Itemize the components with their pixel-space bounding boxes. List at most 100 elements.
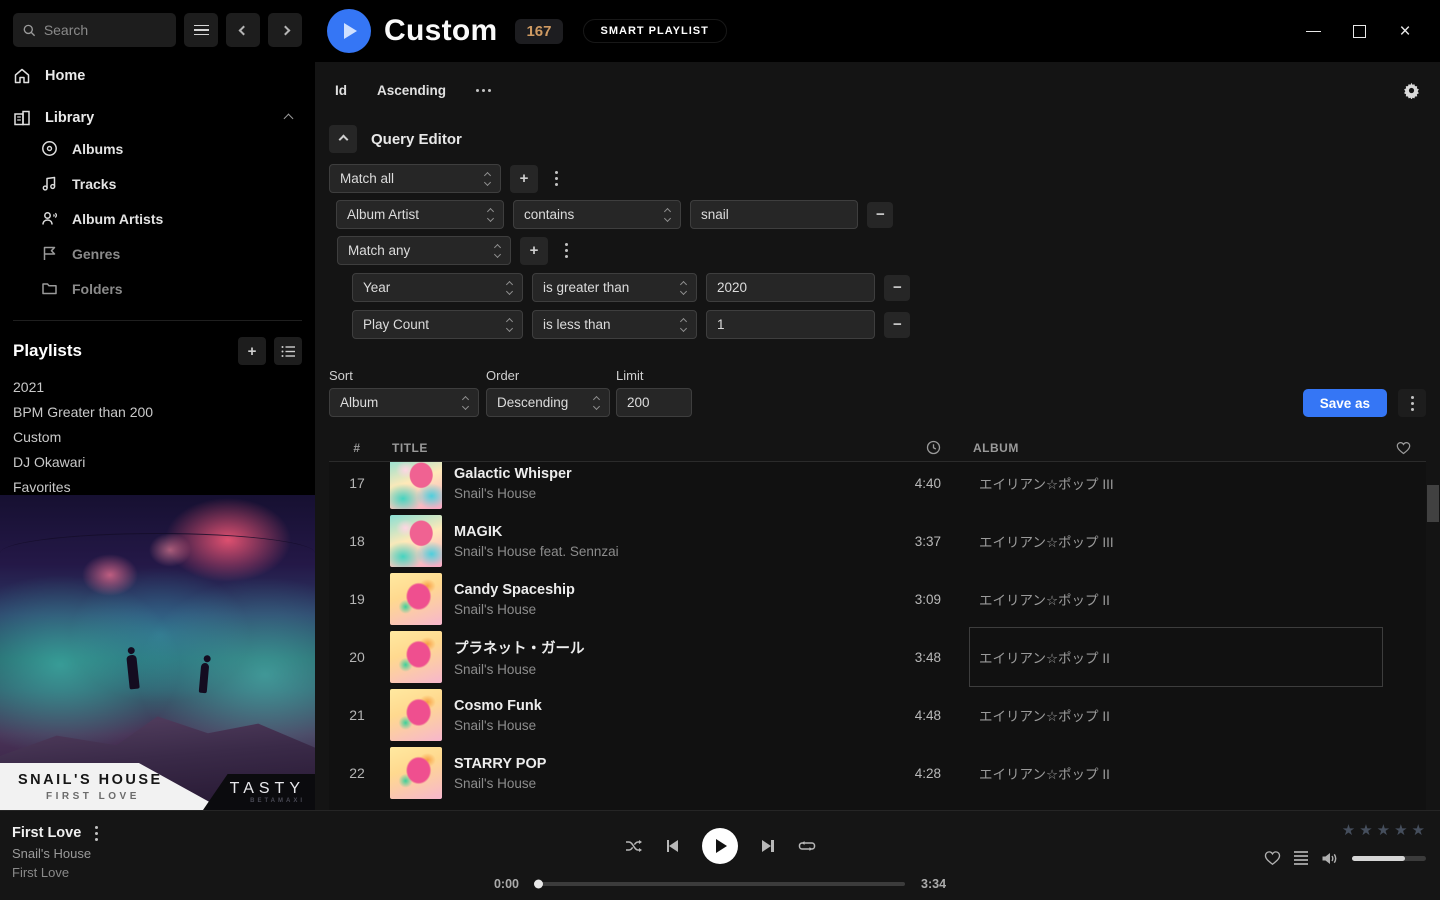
rule-operator-select[interactable]: is greater than: [532, 273, 697, 302]
seek-thumb[interactable]: [534, 880, 543, 889]
sidebar-item-home[interactable]: Home: [13, 63, 302, 89]
sort-select[interactable]: Album: [329, 388, 479, 417]
search-box[interactable]: [13, 13, 176, 47]
now-playing-title[interactable]: First Love: [12, 825, 81, 841]
volume-slider[interactable]: [1352, 856, 1426, 861]
column-duration[interactable]: [883, 440, 947, 455]
repeat-button[interactable]: [798, 839, 816, 853]
star-icon[interactable]: ★: [1359, 823, 1372, 838]
match-type-select[interactable]: Match all: [329, 164, 501, 193]
chevron-up-icon[interactable]: [284, 113, 294, 123]
track-album[interactable]: エイリアン☆ポップ II: [973, 705, 1380, 725]
seek-slider[interactable]: [535, 882, 905, 886]
star-icon[interactable]: ★: [1377, 823, 1390, 838]
queue-button[interactable]: [1294, 851, 1308, 865]
table-row[interactable]: 18 MAGIKSnail's House feat. Sennzai 3:37…: [329, 512, 1426, 570]
order-select[interactable]: Descending: [486, 388, 610, 417]
search-input[interactable]: [44, 22, 166, 38]
star-icon[interactable]: ★: [1342, 823, 1355, 838]
sidebar-item-library[interactable]: Library: [13, 105, 302, 131]
table-header[interactable]: # TITLE ALBUM: [329, 434, 1426, 462]
sort-direction-button[interactable]: Ascending: [377, 83, 446, 98]
track-album-art[interactable]: [390, 689, 442, 741]
rule-field-select[interactable]: Album Artist: [336, 200, 504, 229]
add-rule-button[interactable]: +: [510, 165, 538, 193]
rule-value-input[interactable]: [690, 200, 858, 229]
save-as-button[interactable]: Save as: [1303, 389, 1387, 417]
now-playing-options-button[interactable]: [95, 826, 98, 841]
collapse-query-editor-button[interactable]: [329, 125, 357, 153]
now-playing-album[interactable]: First Love: [12, 865, 400, 880]
playlist-item[interactable]: Custom: [13, 424, 302, 449]
track-title[interactable]: プラネット・ガール: [454, 637, 883, 658]
track-title[interactable]: Candy Spaceship: [454, 582, 883, 598]
now-playing-album-art[interactable]: SNAIL'S HOUSE FIRST LOVE TASTY BETAMAXI: [0, 495, 315, 810]
previous-button[interactable]: [667, 840, 679, 852]
playlist-item[interactable]: 2021: [13, 374, 302, 399]
rating-stars[interactable]: ★ ★ ★ ★ ★: [1342, 823, 1425, 838]
track-artist[interactable]: Snail's House: [454, 662, 883, 677]
star-icon[interactable]: ★: [1412, 823, 1425, 838]
rule-value-input[interactable]: [706, 310, 875, 339]
column-title[interactable]: TITLE: [392, 441, 428, 455]
sidebar-item-albums[interactable]: Albums: [41, 131, 302, 166]
more-options-button[interactable]: [476, 89, 491, 92]
now-playing-artist[interactable]: Snail's House: [12, 846, 400, 861]
table-row[interactable]: 22 STARRY POPSnail's House 4:28 エイリアン☆ポッ…: [329, 744, 1426, 802]
play-pause-button[interactable]: [702, 828, 738, 864]
favorite-button[interactable]: [1264, 850, 1281, 866]
track-artist[interactable]: Snail's House: [454, 776, 883, 791]
remove-rule-button[interactable]: −: [884, 312, 910, 338]
back-button[interactable]: [226, 13, 260, 47]
playlist-item[interactable]: DJ Okawari: [13, 449, 302, 474]
add-playlist-button[interactable]: +: [238, 337, 266, 365]
track-album[interactable]: エイリアン☆ポップ III: [973, 473, 1380, 493]
remove-rule-button[interactable]: −: [884, 275, 910, 301]
track-album-art[interactable]: [390, 631, 442, 683]
track-album[interactable]: エイリアン☆ポップ II: [973, 589, 1380, 609]
settings-button[interactable]: [1403, 82, 1420, 99]
track-album-art[interactable]: [390, 515, 442, 567]
column-number[interactable]: #: [329, 441, 385, 455]
group-options-button[interactable]: [555, 171, 558, 186]
window-maximize-button[interactable]: [1336, 8, 1382, 54]
table-row[interactable]: 17 Galactic WhisperSnail's House 4:40 エイ…: [329, 462, 1426, 512]
column-album[interactable]: ALBUM: [973, 441, 1380, 455]
table-row[interactable]: 20 プラネット・ガールSnail's House 3:48 エイリアン☆ポップ…: [329, 628, 1426, 686]
remove-rule-button[interactable]: −: [867, 202, 893, 228]
match-type-select[interactable]: Match any: [337, 236, 511, 265]
playlist-item[interactable]: BPM Greater than 200: [13, 399, 302, 424]
shuffle-button[interactable]: [625, 839, 643, 853]
column-favorite[interactable]: [1380, 441, 1426, 455]
volume-button[interactable]: [1321, 851, 1339, 866]
sidebar-item-folders[interactable]: Folders: [41, 271, 302, 306]
track-album-art[interactable]: [390, 573, 442, 625]
track-album-art[interactable]: [390, 747, 442, 799]
table-row[interactable]: 19 Candy SpaceshipSnail's House 3:09 エイリ…: [329, 570, 1426, 628]
next-button[interactable]: [762, 840, 774, 852]
playlist-options-button[interactable]: [1398, 389, 1426, 417]
limit-input[interactable]: [616, 388, 692, 417]
group-options-button[interactable]: [565, 243, 568, 258]
track-album[interactable]: エイリアン☆ポップ II: [973, 763, 1380, 783]
add-rule-button[interactable]: +: [520, 237, 548, 265]
track-artist[interactable]: Snail's House: [454, 718, 883, 733]
window-close-button[interactable]: ×: [1382, 8, 1428, 54]
track-artist[interactable]: Snail's House: [454, 486, 883, 501]
sidebar-item-genres[interactable]: Genres: [41, 236, 302, 271]
playlist-list-button[interactable]: [274, 337, 302, 365]
forward-button[interactable]: [268, 13, 302, 47]
track-title[interactable]: STARRY POP: [454, 756, 883, 772]
rule-field-select[interactable]: Year: [352, 273, 523, 302]
track-artist[interactable]: Snail's House feat. Sennzai: [454, 544, 883, 559]
track-album[interactable]: エイリアン☆ポップ III: [973, 531, 1380, 551]
rule-field-select[interactable]: Play Count: [352, 310, 523, 339]
track-album[interactable]: エイリアン☆ポップ II: [973, 647, 1380, 667]
sidebar-item-album-artists[interactable]: Album Artists: [41, 201, 302, 236]
rule-operator-select[interactable]: is less than: [532, 310, 697, 339]
play-playlist-button[interactable]: [327, 9, 371, 53]
sort-field-button[interactable]: Id: [335, 83, 347, 98]
track-title[interactable]: MAGIK: [454, 524, 883, 540]
track-title[interactable]: Galactic Whisper: [454, 466, 883, 482]
star-icon[interactable]: ★: [1394, 823, 1407, 838]
